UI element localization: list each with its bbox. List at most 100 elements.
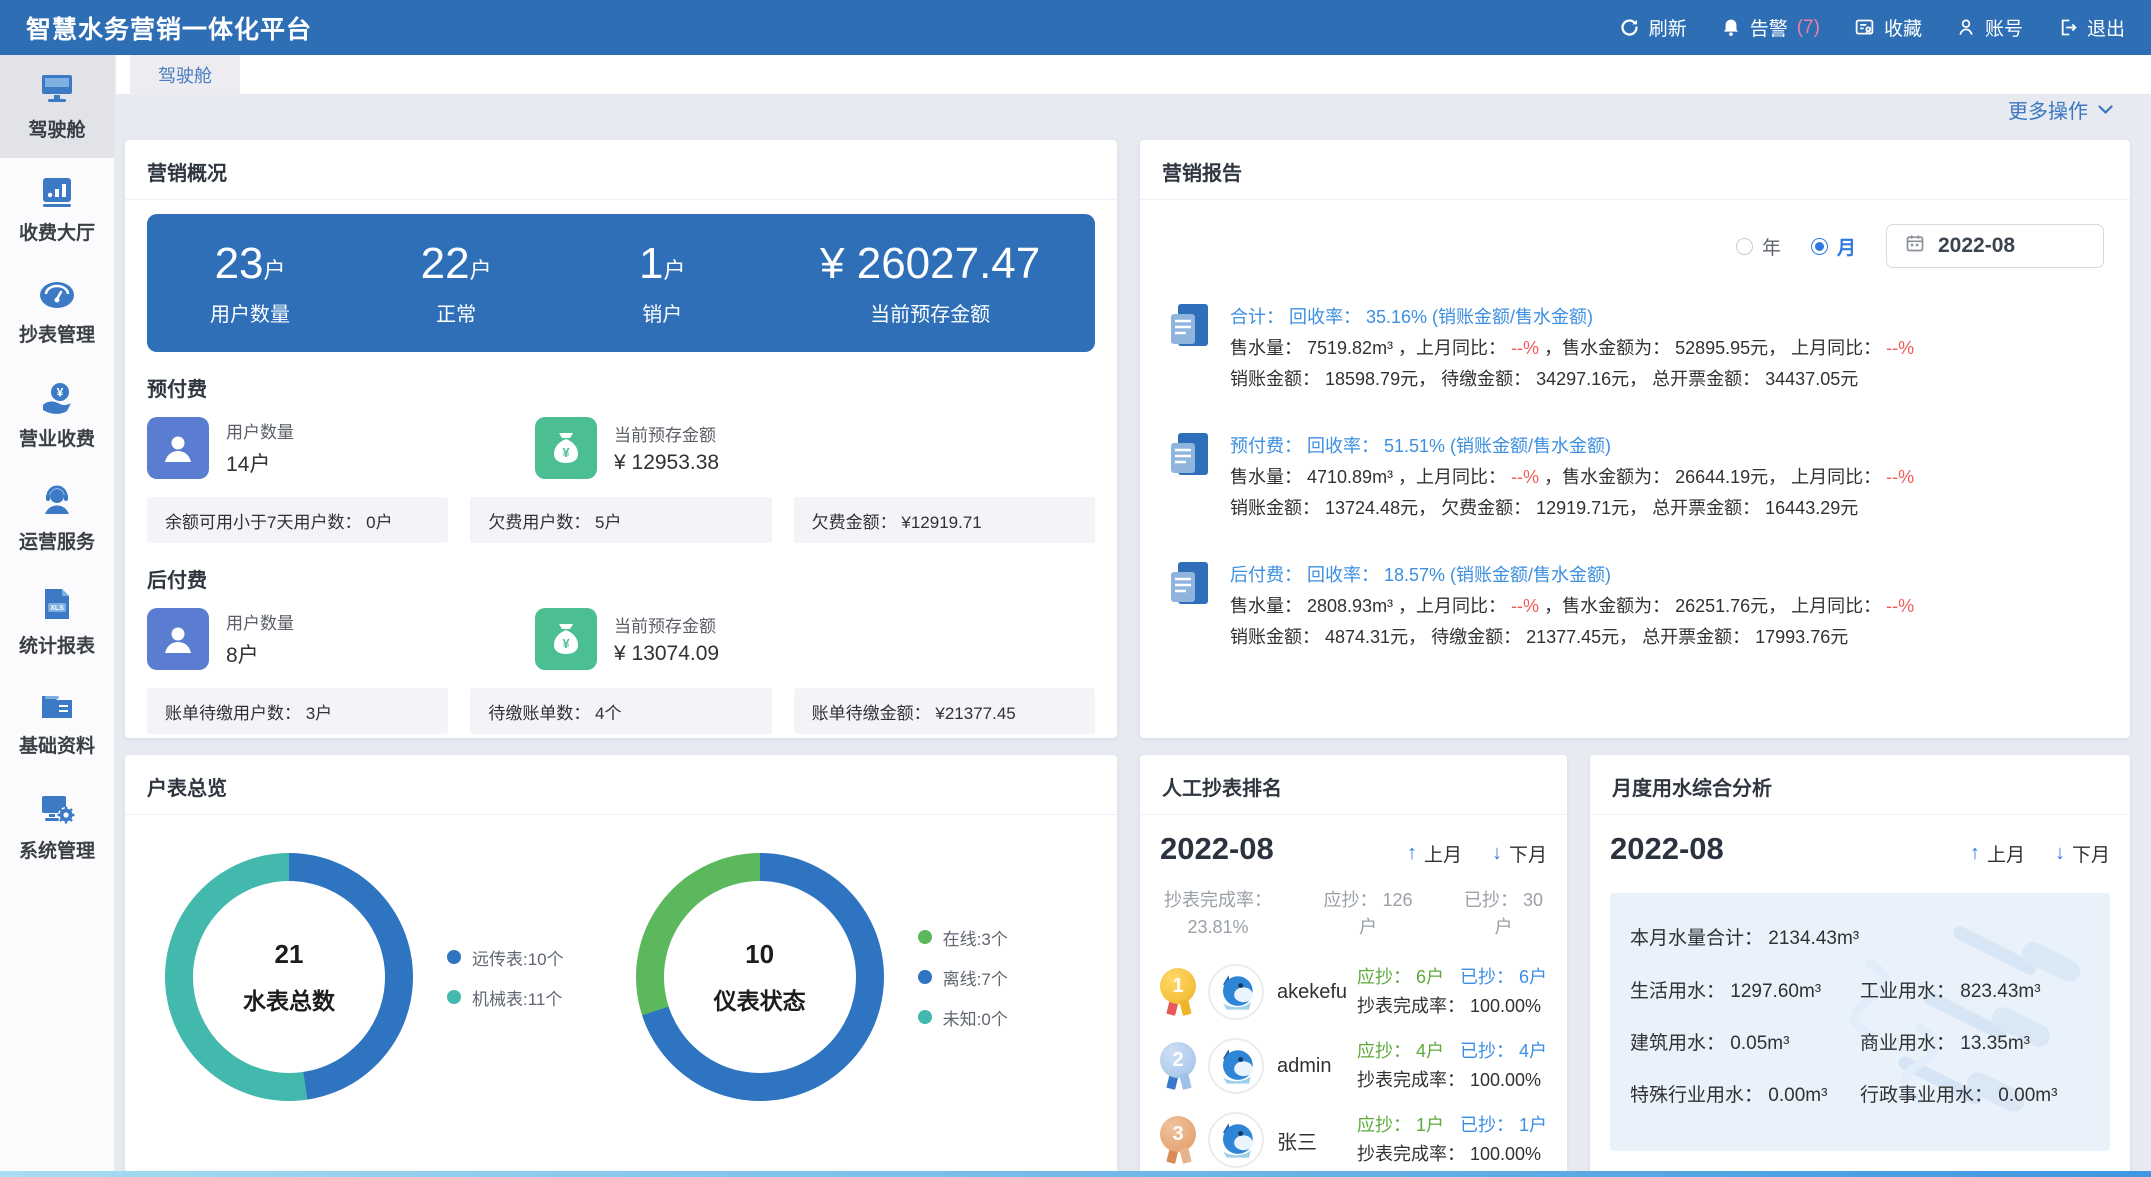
usage-item: 生活用水： 1297.60m³ [1630,976,1860,1003]
app-title: 智慧水务营销一体化平台 [26,10,312,46]
usage-item: 特殊行业用水： 0.00m³ [1630,1080,1860,1107]
legend-item[interactable]: 离线:7个 [918,965,1008,990]
legend-dot [918,1010,932,1024]
prepaid-section-title: 预付费 [147,373,1095,402]
user-icon [147,417,209,479]
system-icon [39,793,75,827]
report-line: 销账金额： 18598.79元， 待缴金额： 34297.16元， 总开票金额：… [1230,364,1914,395]
report-line: 销账金额： 4874.31元， 待缴金额： 21377.45元， 总开票金额： … [1230,622,1914,653]
bronze-medal-icon: 3 [1160,1114,1198,1166]
completion-rate: 抄表完成率：23.81% [1164,887,1272,941]
bottom-edge-strip [0,1171,2151,1177]
tab-dashboard[interactable]: 驾驶舱 [130,55,240,95]
report-line: 售水量： 2808.93m³ ，上月同比： --% ，售水金额为： 26251.… [1230,591,1914,622]
ranking-row: 3 张三 应抄： 1户已抄： 1户 抄表完成率： 100.00% [1160,1103,1547,1177]
legend-item[interactable]: 在线:3个 [918,925,1008,950]
gold-medal-icon: 1 [1160,966,1198,1018]
stat-normal-users: 22户 正常 [353,239,559,327]
prev-month-button[interactable]: ↑ 上月 [1970,840,2025,867]
legend-item[interactable]: 未知:0个 [918,1005,1008,1030]
favorite-button[interactable]: 收藏 [1854,14,1922,41]
month-picker-value: 2022-08 [1938,234,2015,258]
report-item-postpaid: 后付费： 回收率： 18.57% (销账金额/售水金额) 售水量： 2808.9… [1166,542,2104,671]
report-headline-link[interactable]: 合计： 回收率： 35.16% (销账金额/售水金额) [1230,302,1914,333]
prev-month-button[interactable]: ↑ 上月 [1407,840,1462,867]
svg-text:¥: ¥ [57,385,64,399]
due-stat: 应抄： 6户 [1357,967,1444,987]
sidebar-item-statistics[interactable]: XLS 统计报表 [0,570,114,673]
donut-center-label: 仪表状态 [714,982,806,1016]
service-icon [39,484,75,518]
sidebar-item-label: 抄表管理 [19,320,95,347]
sidebar-item-basic-data[interactable]: 基础资料 [0,673,114,776]
stat-prepaid-balance: ¥ 26027.47 当前预存金额 [765,239,1095,327]
panel-title: 营销报告 [1140,140,2130,200]
arrow-up-icon: ↑ [1407,842,1417,865]
sidebar-item-system[interactable]: 系统管理 [0,776,114,879]
postpaid-balance-tile: ¥ 当前预存金额 ¥ 13074.09 [535,608,923,670]
sidebar-item-dashboard[interactable]: 驾驶舱 [0,55,114,158]
money-bag-icon: ¥ [535,417,597,479]
account-button[interactable]: 账号 [1956,14,2023,41]
usage-item: 商业用水： 13.35m³ [1860,1028,2110,1055]
sidebar-item-label: 系统管理 [19,836,95,863]
logout-button[interactable]: 退出 [2057,14,2125,41]
favorite-icon [1854,17,1875,38]
sidebar-item-fee-hall[interactable]: 收费大厅 [0,158,114,261]
alarm-button[interactable]: 告警 (7) [1721,14,1820,41]
due-stat: 应抄： 4户 [1357,1041,1444,1061]
dashboard-icon [39,72,75,106]
ranking-row: 2 admin 应抄： 4户已抄： 4户 抄表完成率： 100.00% [1160,1029,1547,1103]
refresh-button[interactable]: 刷新 [1619,14,1687,41]
refresh-icon [1619,17,1640,38]
legend-item[interactable]: 远传表:10个 [447,945,564,970]
prepaid-users-tile: 用户数量 14户 [147,417,535,479]
done-stat: 已抄： 4户 [1460,1041,1547,1061]
sidebar-item-operation-service[interactable]: 运营服务 [0,467,114,570]
panel-title: 月度用水综合分析 [1590,755,2130,815]
more-actions-button[interactable]: 更多操作 [2008,95,2113,124]
sidebar-item-billing[interactable]: ¥ 营业收费 [0,364,114,467]
sidebar-item-meter-reading[interactable]: 抄表管理 [0,261,114,364]
reader-name: admin [1277,1055,1357,1078]
prepaid-balance-tile: ¥ 当前预存金额 ¥ 12953.38 [535,417,923,479]
svg-text:¥: ¥ [562,636,570,651]
calendar-icon [1905,233,1925,259]
next-month-button[interactable]: ↓ 下月 [1492,840,1547,867]
report-line: 销账金额： 13724.48元， 欠费金额： 12919.71元， 总开票金额：… [1230,493,1914,524]
report-headline-link[interactable]: 后付费： 回收率： 18.57% (销账金额/售水金额) [1230,560,1914,591]
legend-dot [918,970,932,984]
svg-text:XLS: XLS [50,605,64,612]
header-actions: 刷新 告警 (7) 收藏 账号 退出 [1619,14,2125,41]
next-month-button[interactable]: ↓ 下月 [2055,840,2110,867]
report-headline-link[interactable]: 预付费： 回收率： 51.51% (销账金额/售水金额) [1230,431,1914,462]
panel-title: 人工抄表排名 [1140,755,1567,815]
rate-stat: 抄表完成率： 100.00% [1357,1066,1547,1095]
usage-total: 本月水量合计： 2134.43m³ [1630,923,2110,950]
avatar [1208,1038,1264,1094]
legend-dot [447,990,461,1004]
sidebar-item-label: 驾驶舱 [28,115,85,142]
legend-dot [447,950,461,964]
legend-dot [918,930,932,944]
legend-item[interactable]: 机械表:11个 [447,985,564,1010]
sidebar-item-label: 营业收费 [19,424,95,451]
report-item-prepaid: 预付费： 回收率： 51.51% (销账金额/售水金额) 售水量： 4710.8… [1166,413,2104,542]
report-line: 售水量： 4710.89m³ ，上月同比： --% ，售水金额为： 26644.… [1230,462,1914,493]
ranking-summary: 抄表完成率：23.81% 应抄： 126户 已抄： 30户 [1160,887,1547,941]
rate-stat: 抄表完成率： 100.00% [1357,1140,1547,1169]
radio-circle [1736,238,1753,255]
svg-text:¥: ¥ [562,445,570,460]
radio-month[interactable]: 月 [1811,233,1856,260]
water-meter-legend: 远传表:10个 机械表:11个 [447,945,564,1010]
radio-year[interactable]: 年 [1736,233,1781,260]
alarm-count-badge: (7) [1797,17,1820,39]
avatar [1208,1112,1264,1168]
billing-icon: ¥ [39,381,75,415]
month-picker[interactable]: 2022-08 [1886,224,2104,268]
sidebar-item-label: 统计报表 [19,631,95,658]
meter-status-donut-chart: 10 仪表状态 [636,853,884,1101]
postpaid-info-box: 账单待缴用户数： 3户 [147,688,448,734]
bell-icon [1721,17,1741,38]
report-item-total: 合计： 回收率： 35.16% (销账金额/售水金额) 售水量： 7519.82… [1166,284,2104,413]
